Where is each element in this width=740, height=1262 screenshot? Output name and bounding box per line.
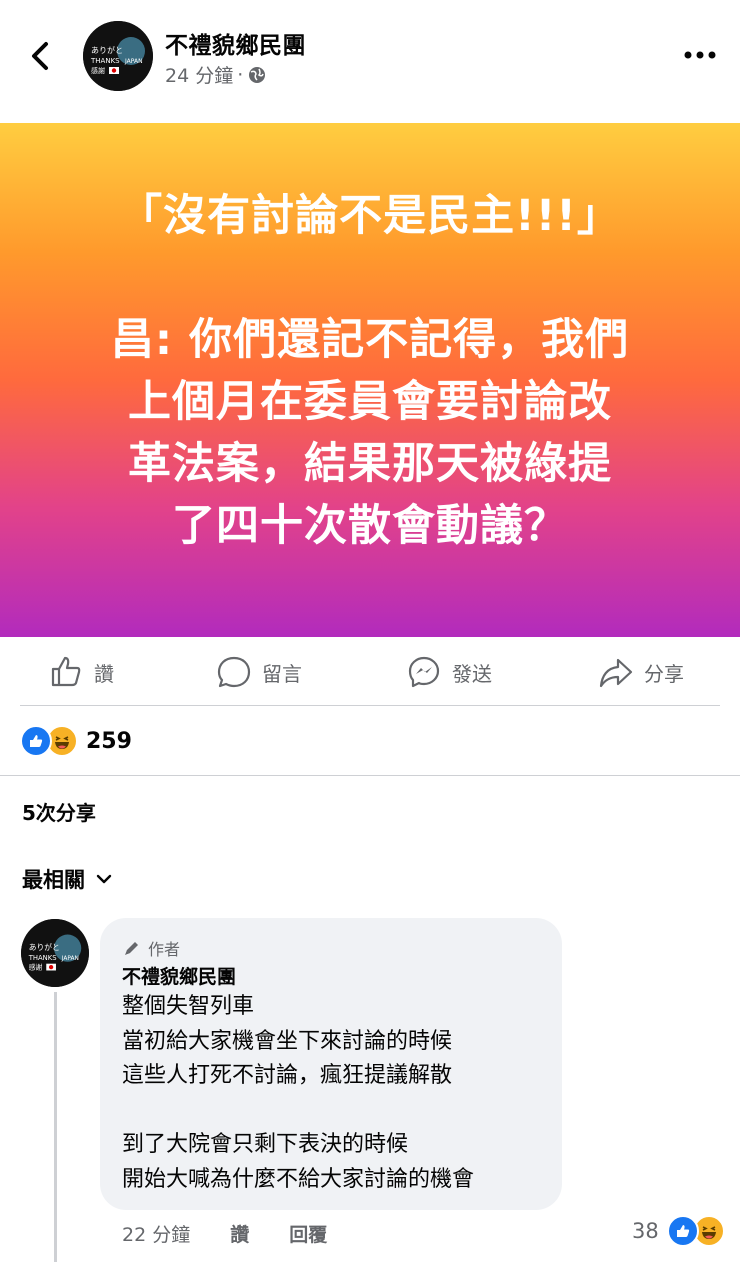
svg-text:THANKS: THANKS <box>28 954 57 962</box>
divider <box>0 775 740 776</box>
comment-time[interactable]: 22 分鐘 <box>122 1220 190 1247</box>
page-avatar[interactable]: ありがと THANKS JAPAN 感謝 <box>83 21 153 91</box>
like-label: 讚 <box>94 661 114 686</box>
meta-separator: · <box>237 63 244 86</box>
comment-reaction-count: 38 <box>632 1219 659 1243</box>
share-count[interactable]: 5次分享 <box>22 797 96 826</box>
send-button[interactable]: 發送 <box>406 648 492 696</box>
back-button[interactable] <box>22 36 62 76</box>
comment-reactions[interactable]: 38 <box>632 1215 725 1247</box>
messenger-icon <box>408 656 440 688</box>
post-text: 「沒有討論不是民主!!!」 昌: 你們還記不記得，我們 上個月在委員會要討論改 … <box>110 191 630 551</box>
thread-line <box>54 992 57 1262</box>
comment-text: 整個失智列車 當初給大家機會坐下來討論的時候 這些人打死不討論，瘋狂提議解散 到… <box>122 994 475 1192</box>
svg-text:感謝: 感謝 <box>91 66 105 75</box>
chevron-down-icon <box>96 874 112 884</box>
comment-like-button[interactable]: 讚 <box>230 1220 249 1247</box>
svg-text:ありがと: ありがと <box>29 942 60 952</box>
more-dots-icon <box>684 51 716 59</box>
svg-text:感謝: 感謝 <box>29 963 43 972</box>
comment-reply-button[interactable]: 回覆 <box>289 1220 327 1247</box>
sort-label: 最相關 <box>22 868 85 892</box>
author-badge-label: 作者 <box>148 940 181 959</box>
comment-bubble-icon <box>217 656 251 688</box>
comment-author[interactable]: 不禮貌鄉民團 <box>122 962 236 989</box>
comment-label: 留言 <box>262 661 302 686</box>
svg-text:JAPAN: JAPAN <box>124 58 143 65</box>
share-arrow-icon <box>599 658 633 688</box>
post-meta: 24 分鐘 · <box>165 61 267 88</box>
avatar-image-icon: ありがと THANKS JAPAN 感謝 <box>83 21 153 91</box>
send-label: 發送 <box>452 661 492 686</box>
comment-sort-dropdown[interactable]: 最相關 <box>22 864 113 894</box>
page-name[interactable]: 不禮貌鄉民團 <box>165 26 306 60</box>
more-options-button[interactable] <box>680 40 720 70</box>
chevron-left-icon <box>32 42 48 70</box>
author-badge: 作者 <box>122 936 180 960</box>
thumbs-up-icon <box>51 656 81 687</box>
reactions-summary[interactable]: 259 <box>20 724 132 758</box>
svg-text:THANKS: THANKS <box>90 57 120 65</box>
share-label: 分享 <box>644 661 684 686</box>
commenter-avatar[interactable]: ありがと THANKS JAPAN 感謝 <box>21 919 89 987</box>
svg-text:ありがと: ありがと <box>91 45 123 55</box>
post-time[interactable]: 24 分鐘 <box>165 61 233 88</box>
like-button[interactable]: 讚 <box>48 648 114 696</box>
like-reaction-icon <box>20 725 52 757</box>
globe-icon <box>249 66 266 83</box>
action-bar: 讚 留言 發送 分享 <box>0 648 740 696</box>
avatar-image-icon: ありがと THANKS JAPAN 感謝 <box>21 919 89 987</box>
comment-button[interactable]: 留言 <box>216 648 302 696</box>
like-reaction-icon <box>666 1215 699 1247</box>
svg-text:JAPAN: JAPAN <box>61 956 79 962</box>
comment-meta: 22 分鐘 讚 回覆 <box>122 1220 327 1247</box>
reaction-count: 259 <box>86 728 132 754</box>
divider <box>20 705 720 706</box>
pencil-icon <box>125 942 138 955</box>
share-button[interactable]: 分享 <box>598 648 684 696</box>
